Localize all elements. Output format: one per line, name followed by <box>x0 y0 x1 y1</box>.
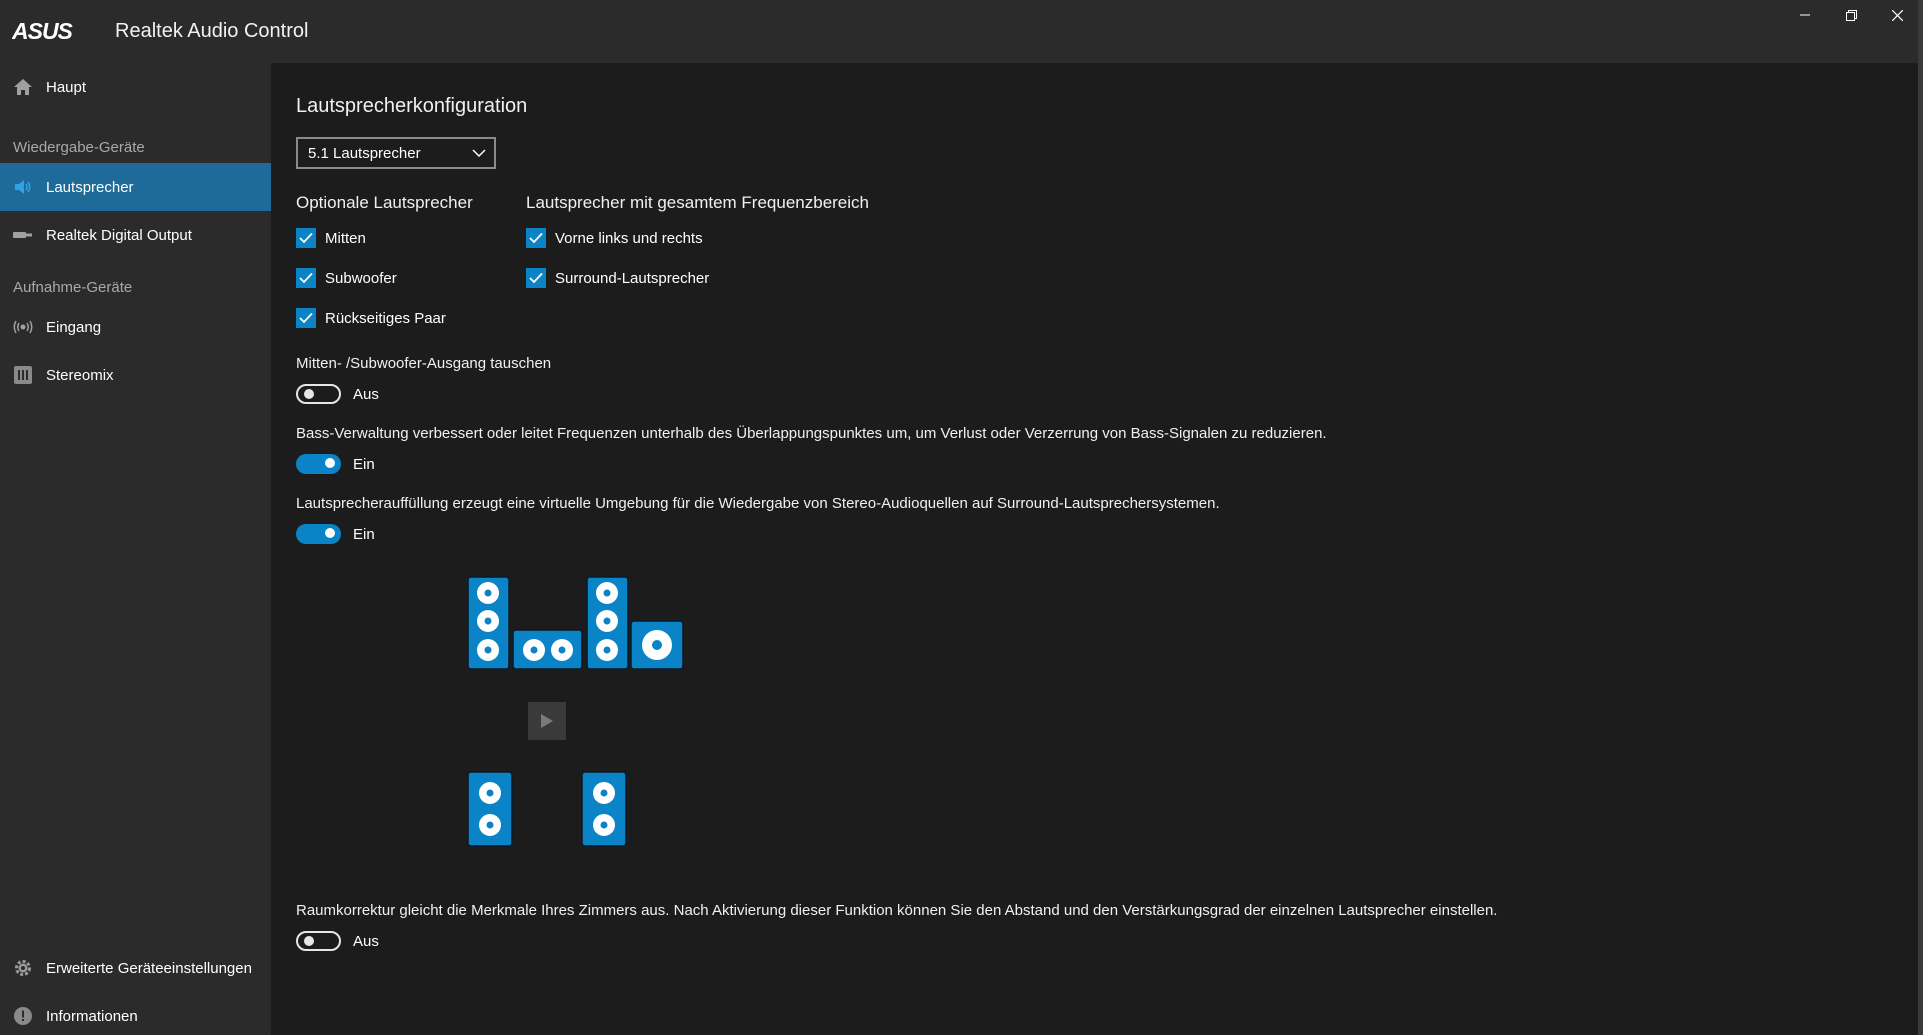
speaker-config-dropdown[interactable]: 5.1 Lautsprecher <box>296 137 496 169</box>
test-play-button[interactable] <box>528 702 566 740</box>
microphone-icon <box>12 316 34 338</box>
room-correction-toggle[interactable] <box>296 931 341 951</box>
toggle-state-label: Aus <box>353 385 379 403</box>
checkbox-row-subwoofer[interactable]: Subwoofer <box>296 267 397 289</box>
bass-toggle-row[interactable]: Ein <box>296 453 375 475</box>
asus-logo: ASUS <box>12 20 75 42</box>
bass-management-toggle[interactable] <box>296 454 341 474</box>
toggle-knob <box>304 936 314 946</box>
home-icon <box>12 76 34 98</box>
swap-description: Mitten- /Subwoofer-Ausgang tauschen <box>296 355 552 372</box>
maximize-button[interactable] <box>1828 0 1874 30</box>
close-button[interactable] <box>1874 0 1920 30</box>
checkbox-label: Mitten <box>325 229 366 247</box>
checkbox-checked[interactable] <box>296 308 316 328</box>
rear-right-speaker[interactable] <box>581 771 627 847</box>
rear-left-speaker[interactable] <box>467 771 513 847</box>
checkbox-label: Subwoofer <box>325 269 397 287</box>
info-icon <box>12 1005 34 1027</box>
sidebar-item-label: Haupt <box>46 78 87 96</box>
gear-icon <box>12 957 34 979</box>
sidebar-item-label: Stereomix <box>46 366 114 384</box>
front-right-speaker[interactable] <box>586 576 629 670</box>
fill-toggle-row[interactable]: Ein <box>296 523 375 545</box>
checkbox-label: Rückseitiges Paar <box>325 309 446 327</box>
bass-management-description: Bass-Verwaltung verbessert oder leitet F… <box>296 425 1327 442</box>
sidebar-item-home[interactable]: Haupt <box>0 63 271 111</box>
room-toggle-row[interactable]: Aus <box>296 930 379 952</box>
toggle-state-label: Ein <box>353 525 375 543</box>
sidebar-item-information[interactable]: Informationen <box>0 992 271 1035</box>
checkmark-icon <box>299 232 313 244</box>
checkbox-label: Surround-Lautsprecher <box>555 269 710 287</box>
checkbox-row-rear-pair[interactable]: Rückseitiges Paar <box>296 307 446 329</box>
app-title: Realtek Audio Control <box>115 20 309 42</box>
checkmark-icon <box>299 312 313 324</box>
sidebar-item-label: Informationen <box>46 1007 138 1025</box>
toggle-state-label: Ein <box>353 455 375 473</box>
subwoofer-speaker[interactable] <box>630 620 684 670</box>
stereomix-icon <box>12 364 34 386</box>
front-left-speaker[interactable] <box>467 576 510 670</box>
section-recording-devices: Aufnahme-Geräte <box>13 279 133 296</box>
minimize-icon <box>1800 14 1810 16</box>
page-title: Lautsprecherkonfiguration <box>296 95 528 117</box>
sidebar-item-advanced-settings[interactable]: Erweiterte Geräteeinstellungen <box>0 944 271 992</box>
checkmark-icon <box>529 232 543 244</box>
digital-output-icon <box>12 224 34 246</box>
optional-speakers-heading: Optionale Lautsprecher <box>296 193 473 212</box>
sidebar: Haupt Wiedergabe-Geräte Lautsprecher Rea… <box>0 63 271 1035</box>
toggle-knob <box>325 458 335 468</box>
maximize-icon <box>1845 9 1857 21</box>
center-speaker[interactable] <box>512 629 583 670</box>
window-edge <box>1918 0 1923 1035</box>
checkmark-icon <box>529 272 543 284</box>
close-icon <box>1891 9 1903 21</box>
sidebar-item-input[interactable]: Eingang <box>0 303 271 351</box>
sidebar-item-label: Lautsprecher <box>46 178 134 196</box>
checkbox-label: Vorne links und rechts <box>555 229 703 247</box>
sidebar-item-speakers[interactable]: Lautsprecher <box>0 163 271 211</box>
dropdown-value: 5.1 Lautsprecher <box>308 144 421 162</box>
checkbox-checked[interactable] <box>296 228 316 248</box>
toggle-knob <box>325 528 335 538</box>
toggle-knob <box>304 389 314 399</box>
checkbox-checked[interactable] <box>296 268 316 288</box>
swap-toggle-row[interactable]: Aus <box>296 383 379 405</box>
main-panel: Lautsprecherkonfiguration 5.1 Lautsprech… <box>271 63 1923 1035</box>
sidebar-item-stereomix[interactable]: Stereomix <box>0 351 271 399</box>
room-correction-description: Raumkorrektur gleicht die Merkmale Ihres… <box>296 902 1498 919</box>
checkbox-checked[interactable] <box>526 228 546 248</box>
sidebar-item-label: Erweiterte Geräteeinstellungen <box>46 959 252 977</box>
play-icon <box>541 714 553 728</box>
toggle-state-label: Aus <box>353 932 379 950</box>
section-playback-devices: Wiedergabe-Geräte <box>13 139 145 156</box>
fullrange-speakers-heading: Lautsprecher mit gesamtem Frequenzbereic… <box>526 193 869 212</box>
sidebar-item-label: Realtek Digital Output <box>46 226 192 244</box>
checkbox-row-front-lr[interactable]: Vorne links und rechts <box>526 227 703 249</box>
checkbox-checked[interactable] <box>526 268 546 288</box>
checkbox-row-center[interactable]: Mitten <box>296 227 366 249</box>
title-bar: ASUS Realtek Audio Control <box>0 0 1923 63</box>
sidebar-item-digital-output[interactable]: Realtek Digital Output <box>0 211 271 259</box>
checkbox-row-surround[interactable]: Surround-Lautsprecher <box>526 267 709 289</box>
minimize-button[interactable] <box>1782 0 1828 30</box>
speaker-fill-toggle[interactable] <box>296 524 341 544</box>
sidebar-item-label: Eingang <box>46 318 102 336</box>
chevron-down-icon <box>472 149 486 158</box>
svg-text:ASUS: ASUS <box>12 20 74 42</box>
speaker-fill-description: Lautsprecherauffüllung erzeugt eine virt… <box>296 495 1220 512</box>
checkmark-icon <box>299 272 313 284</box>
swap-toggle[interactable] <box>296 384 341 404</box>
speaker-icon <box>12 176 34 198</box>
